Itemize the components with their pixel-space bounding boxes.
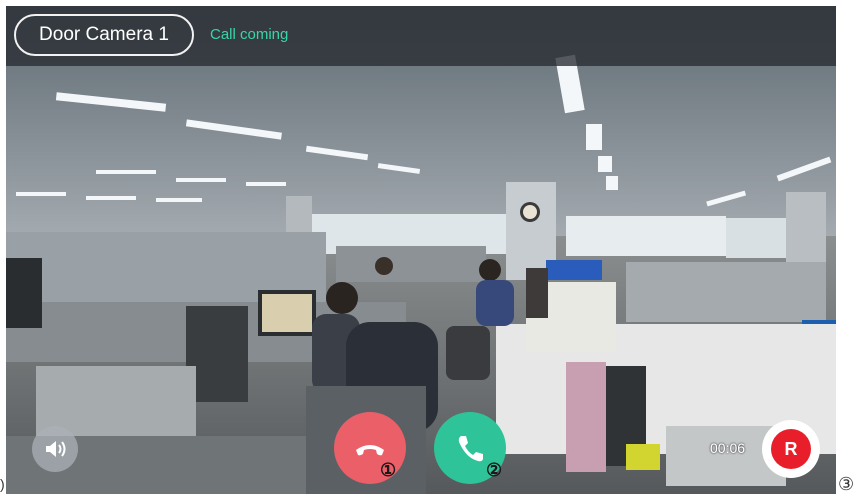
record-label: R [771, 429, 811, 469]
call-status-text: Call coming [210, 26, 289, 43]
phone-answer-icon [458, 436, 483, 462]
record-button[interactable]: R [762, 420, 820, 478]
speaker-icon [46, 441, 66, 457]
camera-name-label[interactable]: Door Camera 1 [14, 14, 194, 56]
speaker-button[interactable] [32, 426, 78, 472]
camera-feed-image [6, 6, 836, 494]
callout-left-fragment: ) [0, 476, 5, 492]
callout-2: ② [486, 460, 503, 480]
callout-1: ① [380, 460, 397, 480]
recording-timer: 00:06 [710, 440, 746, 456]
top-bar: Door Camera 1 Call coming [6, 6, 836, 66]
camera-view: Door Camera 1 Call coming 00:06 R [6, 6, 836, 494]
callout-3: ③ [838, 474, 855, 494]
